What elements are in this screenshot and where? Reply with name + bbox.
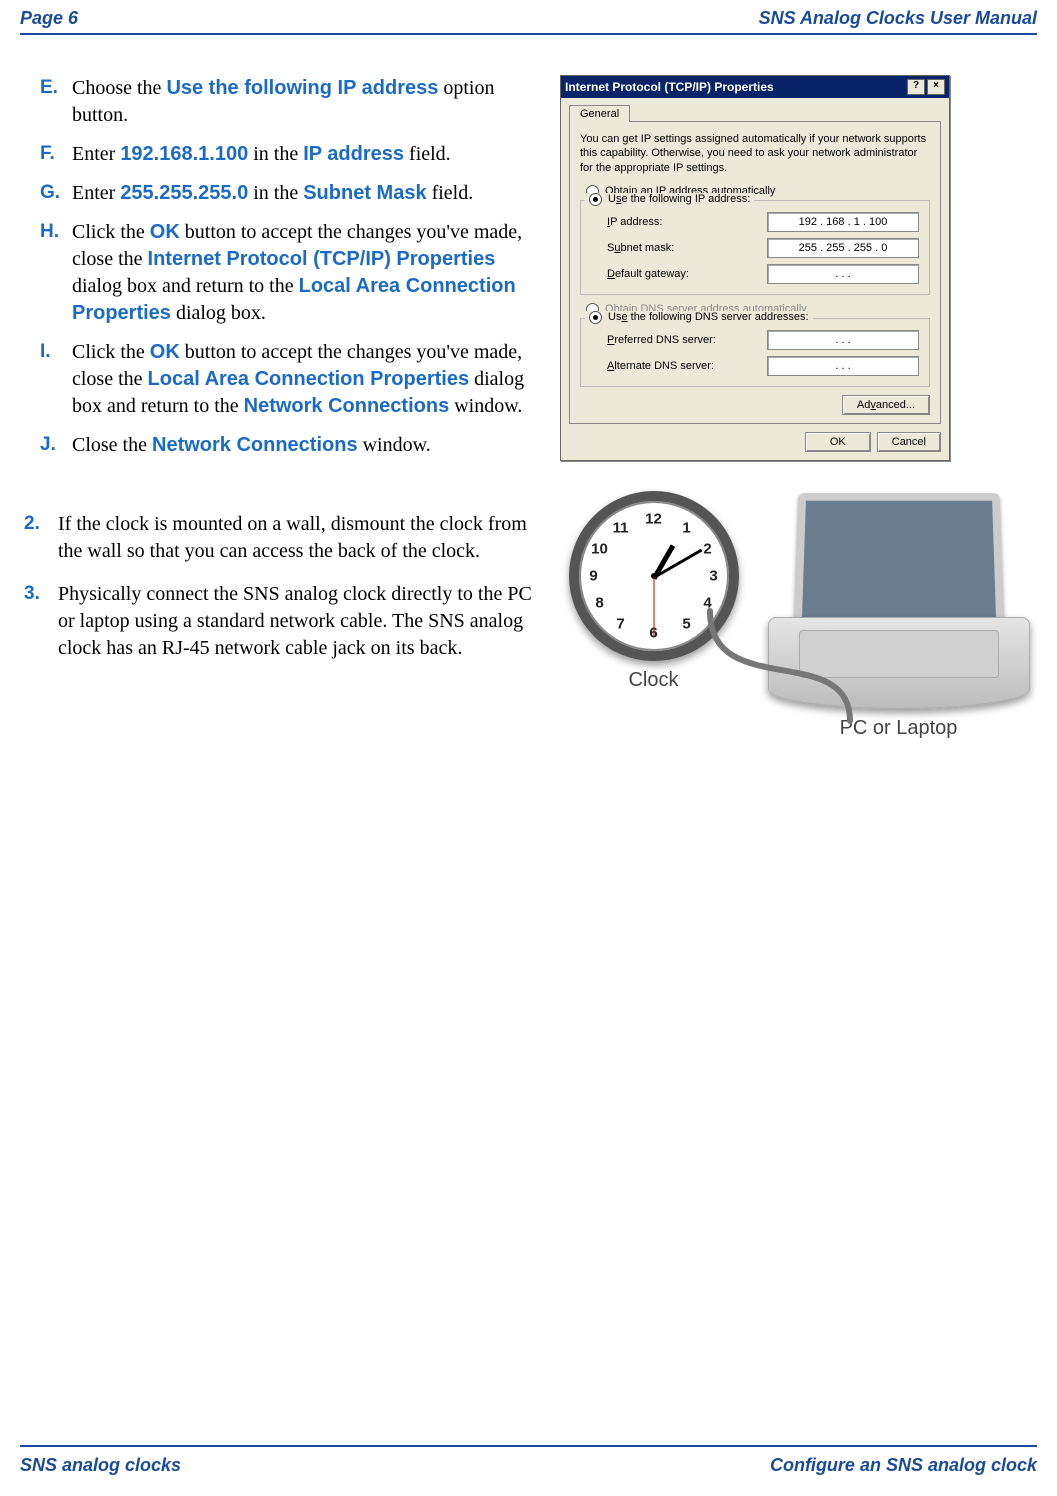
input-ip-address[interactable]: 192 . 168 . 1 . 100 (767, 212, 919, 232)
step-E: E. Choose the Use the following IP addre… (40, 75, 540, 129)
radio-use-ip[interactable]: Use the following IP address: (585, 193, 754, 206)
page-header: Page 6 SNS Analog Clocks User Manual (20, 0, 1037, 35)
step-H: H. Click the OK button to accept the cha… (40, 219, 540, 327)
header-left: Page 6 (20, 8, 78, 29)
input-subnet-mask[interactable]: 255 . 255 . 255 . 0 (767, 238, 919, 258)
step-marker: J. (40, 432, 72, 459)
dialog-title: Internet Protocol (TCP/IP) Properties (565, 80, 774, 94)
step-I: I. Click the OK button to accept the cha… (40, 339, 540, 420)
step-G: G. Enter 255.255.255.0 in the Subnet Mas… (40, 180, 540, 207)
help-icon[interactable]: ? (907, 79, 925, 95)
clock-laptop-illustration: 12 1 2 3 4 5 6 7 8 9 10 11 (560, 491, 1037, 740)
dialog-titlebar[interactable]: Internet Protocol (TCP/IP) Properties ? … (561, 76, 949, 98)
input-alternate-dns[interactable]: . . . (767, 356, 919, 376)
ok-button[interactable]: OK (805, 432, 871, 452)
label-preferred-dns: Preferred DNS server: (607, 334, 767, 346)
step-marker: E. (40, 75, 72, 129)
step-marker: F. (40, 141, 72, 168)
input-preferred-dns[interactable]: . . . (767, 330, 919, 350)
footer-right: Configure an SNS analog clock (770, 1455, 1037, 1476)
page-footer: SNS analog clocks Configure an SNS analo… (20, 1445, 1037, 1496)
tab-general[interactable]: General (569, 105, 630, 122)
instruction-column: E. Choose the Use the following IP addre… (20, 75, 540, 1445)
step-marker: 3. (24, 581, 58, 662)
close-icon[interactable]: × (927, 79, 945, 95)
step-marker: I. (40, 339, 72, 420)
input-default-gateway[interactable]: . . . (767, 264, 919, 284)
header-right: SNS Analog Clocks User Manual (759, 8, 1037, 29)
footer-left: SNS analog clocks (20, 1455, 181, 1476)
tcpip-properties-dialog: Internet Protocol (TCP/IP) Properties ? … (560, 75, 950, 461)
step-marker: H. (40, 219, 72, 327)
label-alternate-dns: Alternate DNS server: (607, 360, 767, 372)
step-marker: 2. (24, 511, 58, 565)
step-marker: G. (40, 180, 72, 207)
step-J: J. Close the Network Connections window. (40, 432, 540, 459)
radio-icon (589, 311, 602, 324)
label-default-gateway: Default gateway: (607, 268, 767, 280)
step-3: 3. Physically connect the SNS analog clo… (24, 581, 540, 662)
cable-icon (700, 601, 900, 746)
step-F: F. Enter 192.168.1.100 in the IP address… (40, 141, 540, 168)
radio-icon (589, 193, 602, 206)
label-subnet-mask: Subnet mask: (607, 242, 767, 254)
radio-use-dns[interactable]: Use the following DNS server addresses: (585, 311, 813, 324)
dialog-description: You can get IP settings assigned automat… (580, 132, 930, 175)
cancel-button[interactable]: Cancel (877, 432, 941, 452)
advanced-button[interactable]: Advanced... (842, 395, 930, 415)
step-2: 2. If the clock is mounted on a wall, di… (24, 511, 540, 565)
label-ip-address: IP address: (607, 216, 767, 228)
